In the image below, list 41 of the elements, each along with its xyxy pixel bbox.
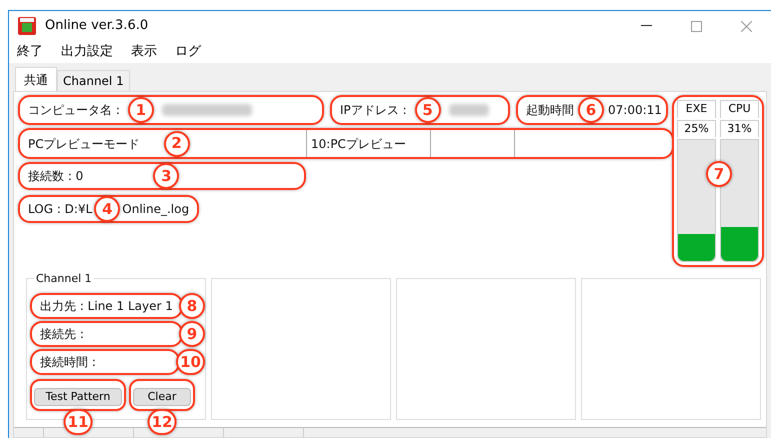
menu-item[interactable]: 表示 <box>131 42 157 62</box>
menu-item[interactable]: 出力設定 <box>61 42 113 62</box>
close-icon <box>740 20 752 32</box>
callout-number: 2 <box>164 130 190 156</box>
field-label: 接続時間 : <box>40 354 96 371</box>
field-label: 出力先 : Line 1 Layer 1 <box>40 298 173 315</box>
meter-label: EXE <box>677 100 716 118</box>
blurred-value <box>448 104 489 116</box>
field-label: LOG : D:¥L <box>28 201 92 218</box>
window-title: Online ver.3.6.0 <box>45 17 148 36</box>
meter-label: CPU <box>720 100 759 118</box>
action-button[interactable]: Clear <box>133 388 191 406</box>
minimize-icon <box>640 25 652 27</box>
field-label: コンピュータ名 : <box>28 102 120 119</box>
callout-number: 9 <box>179 321 205 347</box>
tab[interactable]: 共通 <box>15 67 57 91</box>
preview-value: 10:PCプレビュー <box>311 136 406 152</box>
tab[interactable]: Channel 1 <box>57 70 130 91</box>
meter-reading: 25% <box>677 120 716 137</box>
callout-number: 11 <box>64 409 92 435</box>
callout-number: 4 <box>94 196 120 222</box>
app-icon <box>17 16 37 36</box>
meter-reading: 31% <box>720 120 759 137</box>
uptime-value: 07:00:11 <box>608 102 662 119</box>
callout-number: 8 <box>179 293 205 319</box>
callout-number: 5 <box>414 97 441 123</box>
menu-item[interactable]: 終了 <box>17 42 43 62</box>
callout-number: 12 <box>148 409 176 435</box>
menu-item[interactable]: ログ <box>175 42 201 62</box>
field-label: 接続先 : <box>40 326 84 343</box>
maximize-icon <box>690 20 702 32</box>
log-file: Online_.log <box>122 201 190 218</box>
field-label: 接続数 : 0 <box>28 168 84 185</box>
callout-number: 1 <box>128 97 154 123</box>
field-label: IPアドレス : <box>340 102 407 119</box>
callout-number: 6 <box>578 97 604 123</box>
callout-number: 10 <box>176 349 205 375</box>
action-button[interactable]: Test Pattern <box>34 388 122 406</box>
field-label: 起動時間 <box>526 102 574 119</box>
callout-number: 3 <box>153 163 180 189</box>
field-label: PCプレビューモード <box>28 136 140 152</box>
